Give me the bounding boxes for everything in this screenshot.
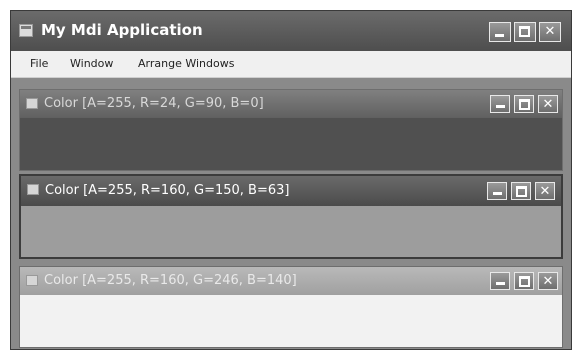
child-window-1[interactable]: Color [A=255, R=24, G=90, B=0] ✕ (19, 89, 563, 171)
maximize-button[interactable] (514, 22, 536, 42)
child-window-icon[interactable] (26, 98, 38, 109)
close-button[interactable]: ✕ (539, 22, 561, 42)
maximize-icon (516, 186, 527, 197)
color-panel (20, 295, 562, 347)
child-maximize-button[interactable] (514, 95, 534, 113)
child-maximize-button[interactable] (514, 272, 534, 290)
mdi-application-window: My Mdi Application ✕ File Window Arrange… (10, 10, 572, 350)
minimize-icon (496, 105, 505, 108)
child-minimize-button[interactable] (490, 272, 510, 290)
close-icon: ✕ (542, 97, 554, 112)
child-close-button[interactable]: ✕ (538, 272, 558, 290)
color-panel (21, 206, 561, 257)
child-window-3[interactable]: Color [A=255, R=160, G=246, B=140] ✕ (19, 266, 563, 348)
child-window-icon[interactable] (26, 275, 38, 286)
child-title-bar[interactable]: Color [A=255, R=24, G=90, B=0] ✕ (20, 90, 562, 118)
child-title: Color [A=255, R=24, G=90, B=0] (44, 96, 264, 111)
maximize-icon (519, 276, 530, 287)
color-panel (20, 118, 562, 170)
child-window-icon[interactable] (27, 184, 39, 195)
menu-arrange-windows[interactable]: Arrange Windows (138, 57, 234, 70)
close-icon: ✕ (542, 274, 554, 289)
child-minimize-button[interactable] (490, 95, 510, 113)
maximize-icon (519, 26, 530, 37)
menu-bar: File Window Arrange Windows (11, 51, 571, 78)
child-title: Color [A=255, R=160, G=150, B=63] (45, 183, 290, 198)
close-icon: ✕ (539, 184, 551, 199)
minimize-button[interactable] (489, 22, 511, 42)
menu-file[interactable]: File (30, 57, 48, 70)
minimize-icon (493, 192, 502, 195)
maximize-icon (519, 99, 530, 110)
child-close-button[interactable]: ✕ (535, 182, 555, 200)
child-title-bar[interactable]: Color [A=255, R=160, G=246, B=140] ✕ (20, 267, 562, 295)
mdi-client-area: Color [A=255, R=24, G=90, B=0] ✕ Color [… (11, 78, 571, 349)
application-icon[interactable] (19, 24, 33, 37)
child-title-bar[interactable]: Color [A=255, R=160, G=150, B=63] ✕ (21, 176, 561, 206)
child-close-button[interactable]: ✕ (538, 95, 558, 113)
close-icon: ✕ (544, 24, 556, 39)
application-title: My Mdi Application (41, 21, 203, 39)
menu-window[interactable]: Window (70, 57, 113, 70)
minimize-icon (496, 282, 505, 285)
child-minimize-button[interactable] (487, 182, 507, 200)
application-title-bar[interactable]: My Mdi Application ✕ (11, 11, 571, 51)
child-maximize-button[interactable] (511, 182, 531, 200)
minimize-icon (495, 34, 504, 37)
child-window-2[interactable]: Color [A=255, R=160, G=150, B=63] ✕ (19, 174, 563, 259)
child-title: Color [A=255, R=160, G=246, B=140] (44, 273, 297, 288)
